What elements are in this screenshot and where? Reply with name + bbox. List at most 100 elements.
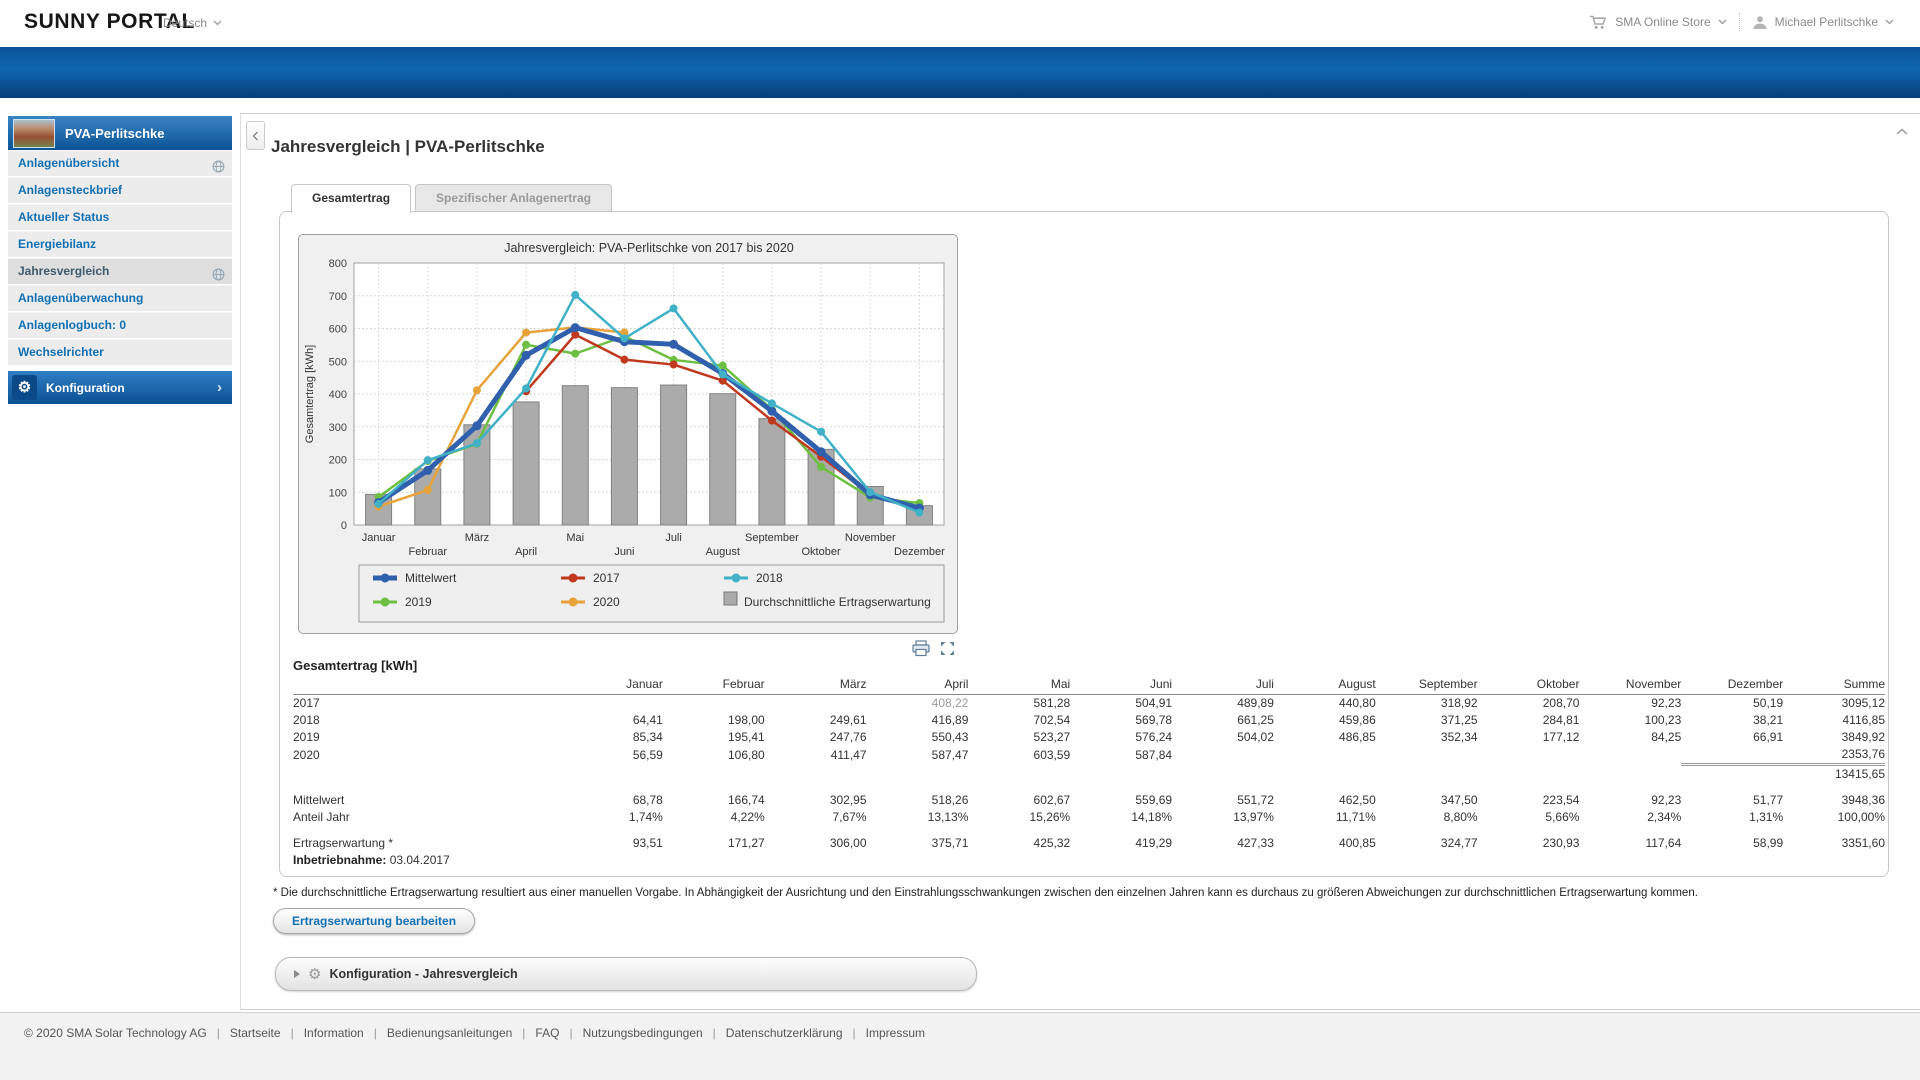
config-accordion-label: Konfiguration - Jahresvergleich bbox=[329, 967, 517, 981]
cell: 462,50 bbox=[1274, 792, 1376, 809]
cell: 661,25 bbox=[1172, 712, 1274, 729]
fullscreen-chart-button[interactable] bbox=[939, 640, 956, 657]
tab-gesamtertrag[interactable]: Gesamtertrag bbox=[291, 184, 411, 213]
sidebar-item-konfiguration[interactable]: ⚙ Konfiguration › bbox=[8, 371, 232, 404]
cell: 2353,76 bbox=[1783, 746, 1885, 765]
cell: 56,59 bbox=[561, 746, 663, 765]
plant-thumbnail bbox=[13, 119, 55, 148]
cell: 559,69 bbox=[1070, 792, 1172, 809]
sidebar-item-anlagen-bersicht[interactable]: Anlagenübersicht bbox=[8, 150, 232, 176]
column-header-dezember: Dezember bbox=[1681, 675, 1783, 695]
expand-icon bbox=[939, 640, 956, 657]
row-label: 2019 bbox=[293, 729, 561, 746]
cell: 419,29 bbox=[1070, 835, 1172, 852]
footer-link-datenschutzerkl-rung[interactable]: Datenschutzerklärung bbox=[726, 1026, 843, 1040]
table-header-row: JanuarFebruarMärzAprilMaiJuniJuliAugustS… bbox=[293, 675, 1885, 695]
cell bbox=[663, 695, 765, 713]
footer-link-faq[interactable]: FAQ bbox=[535, 1026, 559, 1040]
plant-header[interactable]: PVA-Perlitschke bbox=[8, 116, 232, 150]
cell bbox=[663, 765, 765, 784]
row-label: Ertragserwartung * bbox=[293, 835, 561, 852]
x-tick: Februar bbox=[408, 546, 447, 558]
cell bbox=[1681, 746, 1783, 765]
cell: 3351,60 bbox=[1783, 835, 1885, 852]
footer-link-startseite[interactable]: Startseite bbox=[230, 1026, 281, 1040]
cell: 352,34 bbox=[1376, 729, 1478, 746]
cell: 518,26 bbox=[867, 792, 969, 809]
language-label: Deutsch bbox=[163, 16, 207, 30]
svg-text:2020: 2020 bbox=[593, 595, 620, 609]
column-header-oktober: Oktober bbox=[1478, 675, 1580, 695]
cell: 100,23 bbox=[1579, 712, 1681, 729]
cell: 324,77 bbox=[1376, 835, 1478, 852]
svg-text:Mittelwert: Mittelwert bbox=[405, 571, 457, 585]
x-tick: Oktober bbox=[802, 546, 841, 558]
cell: 550,43 bbox=[867, 729, 969, 746]
edit-expectation-button[interactable]: Ertragserwartung bearbeiten bbox=[273, 908, 475, 934]
chevron-down-icon bbox=[1885, 19, 1894, 25]
sidebar-item-anlagen-berwachung[interactable]: Anlagenüberwachung bbox=[8, 285, 232, 311]
cell: 5,66% bbox=[1478, 809, 1580, 826]
cell: 306,00 bbox=[765, 835, 867, 852]
table-row-ertragserwartung: Ertragserwartung *93,51171,27306,00375,7… bbox=[293, 835, 1885, 852]
cell bbox=[1478, 765, 1580, 784]
cell: 587,47 bbox=[867, 746, 969, 765]
column-header-september: September bbox=[1376, 675, 1478, 695]
cell: 603,59 bbox=[968, 746, 1070, 765]
cell: 486,85 bbox=[1274, 729, 1376, 746]
cell: 247,76 bbox=[765, 729, 867, 746]
sidebar-item-energiebilanz[interactable]: Energiebilanz bbox=[8, 231, 232, 257]
yield-table: JanuarFebruarMärzAprilMaiJuniJuliAugustS… bbox=[293, 675, 1885, 869]
tab-spezifischer-anlagenertrag[interactable]: Spezifischer Anlagenertrag bbox=[415, 184, 612, 212]
table-row-grand-total: 13415,65 bbox=[293, 765, 1885, 784]
column-header-juni: Juni bbox=[1070, 675, 1172, 695]
table-row-commissioning: Inbetriebnahme: 03.04.2017 bbox=[293, 852, 1885, 869]
sidebar-item-anlagensteckbrief[interactable]: Anlagensteckbrief bbox=[8, 177, 232, 203]
language-selector[interactable]: Deutsch bbox=[163, 16, 222, 30]
cell: 551,72 bbox=[1172, 792, 1274, 809]
print-chart-button[interactable] bbox=[912, 640, 930, 657]
cell: 425,32 bbox=[968, 835, 1070, 852]
sidebar-item-label: Aktueller Status bbox=[18, 210, 109, 224]
cell bbox=[1274, 746, 1376, 765]
header-right: SMA Online Store Michael Perlitschke bbox=[1589, 13, 1894, 31]
x-tick: Dezember bbox=[894, 546, 945, 558]
cell: 13,13% bbox=[867, 809, 969, 826]
chart-legend: Mittelwert2017201820192020Durchschnittli… bbox=[359, 565, 944, 622]
row-label: 2017 bbox=[293, 695, 561, 713]
footer: © 2020 SMA Solar Technology AG|Startseit… bbox=[0, 1012, 1920, 1080]
cell: 68,78 bbox=[561, 792, 663, 809]
sidebar-item-jahresvergleich[interactable]: Jahresvergleich bbox=[8, 258, 232, 284]
footer-link-impressum[interactable]: Impressum bbox=[866, 1026, 925, 1040]
sidebar-item-anlagenlogbuch-0[interactable]: Anlagenlogbuch: 0 bbox=[8, 312, 232, 338]
y-tick: 300 bbox=[329, 422, 347, 434]
cell: 223,54 bbox=[1478, 792, 1580, 809]
x-tick: Juni bbox=[614, 546, 634, 558]
scroll-top-button[interactable] bbox=[1896, 123, 1908, 141]
online-store-menu[interactable]: SMA Online Store bbox=[1589, 14, 1726, 30]
cell: 371,25 bbox=[1376, 712, 1478, 729]
sidebar-item-wechselrichter[interactable]: Wechselrichter bbox=[8, 339, 232, 365]
footer-link-bedienungsanleitungen[interactable]: Bedienungsanleitungen bbox=[387, 1026, 512, 1040]
x-tick: Mai bbox=[566, 532, 584, 544]
cell: 459,86 bbox=[1274, 712, 1376, 729]
cell: 375,71 bbox=[867, 835, 969, 852]
collapse-sidebar-button[interactable] bbox=[246, 121, 265, 150]
y-tick: 200 bbox=[329, 455, 347, 467]
footer-link-information[interactable]: Information bbox=[304, 1026, 364, 1040]
x-tick: März bbox=[465, 532, 489, 544]
sidebar-item-aktueller-status[interactable]: Aktueller Status bbox=[8, 204, 232, 230]
cell: 100,00% bbox=[1783, 809, 1885, 826]
y-tick: 800 bbox=[329, 258, 347, 270]
user-menu[interactable]: Michael Perlitschke bbox=[1752, 15, 1894, 30]
cell: 84,25 bbox=[1579, 729, 1681, 746]
cell: 166,74 bbox=[663, 792, 765, 809]
y-tick: 500 bbox=[329, 356, 347, 368]
expectation-footnote: * Die durchschnittliche Ertragserwartung… bbox=[273, 887, 1893, 899]
cell: 64,41 bbox=[561, 712, 663, 729]
table-row-mittelwert: Mittelwert68,78166,74302,95518,26602,675… bbox=[293, 792, 1885, 809]
column-header-summe: Summe bbox=[1783, 675, 1885, 695]
cell: 347,50 bbox=[1376, 792, 1478, 809]
footer-link-nutzungsbedingungen[interactable]: Nutzungsbedingungen bbox=[583, 1026, 703, 1040]
config-accordion[interactable]: ⚙ Konfiguration - Jahresvergleich bbox=[275, 957, 977, 991]
